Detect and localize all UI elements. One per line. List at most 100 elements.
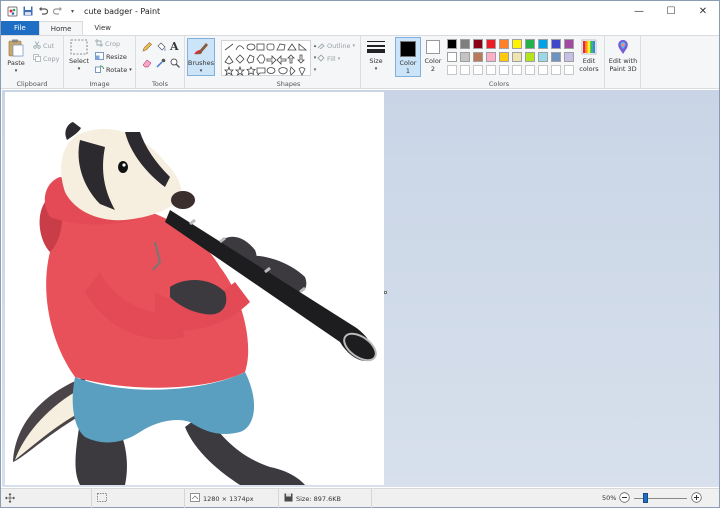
text-tool-icon[interactable]: A <box>170 40 179 53</box>
image-dimensions-cell: 1280 × 1374px <box>184 489 254 508</box>
zoom-out-icon[interactable] <box>619 492 630 505</box>
palette-custom-swatch[interactable] <box>525 65 535 75</box>
palette-swatch[interactable] <box>460 39 470 49</box>
active-colors-group: Color 1 Color 2 <box>393 36 445 89</box>
size-group: Size ▾ <box>361 36 391 89</box>
palette-custom-swatch[interactable] <box>486 65 496 75</box>
palette-swatch[interactable] <box>525 52 535 62</box>
fill-icon <box>317 54 325 64</box>
copy-label: Copy <box>43 55 60 63</box>
minimize-button[interactable]: — <box>623 1 655 21</box>
edit-with-paint3d-button[interactable]: Edit with Paint 3D <box>607 39 639 73</box>
paint3d-icon <box>615 39 631 57</box>
palette-swatch[interactable] <box>499 39 509 49</box>
palette-swatch[interactable] <box>551 39 561 49</box>
brush-icon <box>192 41 210 59</box>
image-group: Select ▾ Crop Resize Rotate ▾ Image <box>64 36 136 89</box>
maximize-button[interactable]: ☐ <box>655 1 687 21</box>
disk-icon <box>284 493 293 504</box>
palette-custom-swatch[interactable] <box>538 65 548 75</box>
color-wheel-icon <box>581 39 597 57</box>
palette-swatch[interactable] <box>473 52 483 62</box>
palette-swatch[interactable] <box>512 52 522 62</box>
copy-button[interactable]: Copy <box>33 54 60 64</box>
zoom-percent: 50% <box>602 494 617 502</box>
palette-swatch[interactable] <box>447 52 457 62</box>
palette-custom-swatch[interactable] <box>473 65 483 75</box>
paste-label: Paste <box>7 59 25 67</box>
tab-file[interactable]: File <box>1 21 39 35</box>
rotate-button[interactable]: Rotate ▾ <box>95 65 132 75</box>
palette-swatch[interactable] <box>473 39 483 49</box>
resize-label: Resize <box>106 53 127 61</box>
crop-button[interactable]: Crop <box>95 39 120 49</box>
palette-custom-swatch[interactable] <box>551 65 561 75</box>
undo-icon[interactable] <box>37 6 48 17</box>
badger-clarinet-image <box>13 122 377 485</box>
shapes-gallery[interactable] <box>221 40 311 76</box>
resize-button[interactable]: Resize <box>95 52 127 62</box>
selection-size-cell <box>91 489 107 508</box>
palette-swatch[interactable] <box>551 52 561 62</box>
status-spacer-cell <box>371 489 581 508</box>
select-label: Select <box>68 57 90 65</box>
color1-button[interactable]: Color 1 <box>395 37 421 77</box>
color2-button[interactable]: Color 2 <box>421 40 445 73</box>
close-button[interactable]: ✕ <box>687 1 719 21</box>
palette-custom-swatch[interactable] <box>447 65 457 75</box>
tab-home[interactable]: Home <box>38 21 84 35</box>
palette-custom-swatch[interactable] <box>460 65 470 75</box>
paint3d-label-2: Paint 3D <box>609 65 637 73</box>
color-picker-icon[interactable] <box>156 58 166 70</box>
palette-swatch[interactable] <box>538 52 548 62</box>
paste-button[interactable]: Paste ▾ <box>5 39 27 75</box>
size-button[interactable]: Size ▾ <box>365 39 387 73</box>
select-button[interactable]: Select ▾ <box>68 39 90 73</box>
palette-swatch[interactable] <box>525 39 535 49</box>
palette-swatch[interactable] <box>486 39 496 49</box>
title-bar: ▾ cute badger - Paint — ☐ ✕ <box>1 1 719 21</box>
tools-group-label: Tools <box>151 80 168 88</box>
paste-dropdown-icon: ▾ <box>14 68 18 74</box>
shapes-gallery-icons <box>224 43 308 76</box>
palette-swatch[interactable] <box>512 39 522 49</box>
select-icon <box>70 39 88 57</box>
brushes-group: Brushes ▾ <box>185 36 217 89</box>
palette-swatch[interactable] <box>447 39 457 49</box>
palette-custom-swatch[interactable] <box>499 65 509 75</box>
status-bar: 1280 × 1374px Size: 897.6KB 50% <box>1 488 719 508</box>
outline-button[interactable]: Outline ▾ <box>317 41 355 51</box>
color1-number: 1 <box>405 67 411 75</box>
zoom-slider-thumb[interactable] <box>642 493 648 503</box>
eraser-icon[interactable] <box>142 58 152 70</box>
pencil-icon[interactable] <box>142 42 152 54</box>
drawing-canvas[interactable] <box>5 92 384 485</box>
canvas-resize-handle-right[interactable] <box>384 291 387 294</box>
palette-swatch[interactable] <box>538 39 548 49</box>
redo-icon[interactable] <box>52 6 63 17</box>
palette-swatch[interactable] <box>460 52 470 62</box>
canvas-area[interactable] <box>2 90 719 487</box>
magnifier-icon[interactable] <box>170 58 180 70</box>
save-icon[interactable] <box>22 6 33 17</box>
palette-custom-swatch[interactable] <box>512 65 522 75</box>
selection-icon <box>97 493 107 504</box>
fill-button[interactable]: Fill ▾ <box>317 54 340 64</box>
edit-colors-label-2: colors <box>579 65 599 73</box>
brushes-button[interactable]: Brushes ▾ <box>187 38 215 76</box>
file-size-cell: Size: 897.6KB <box>278 489 341 508</box>
outline-label: Outline <box>327 42 351 50</box>
image-dimensions: 1280 × 1374px <box>203 494 254 503</box>
cut-button[interactable]: Cut <box>33 41 54 51</box>
customize-toolbar-icon[interactable]: ▾ <box>67 6 78 17</box>
palette-swatch[interactable] <box>499 52 509 62</box>
tab-view[interactable]: View <box>83 21 122 35</box>
outline-icon <box>317 41 325 51</box>
scissors-icon <box>33 41 41 51</box>
paste-icon <box>8 39 24 59</box>
cut-label: Cut <box>43 42 55 50</box>
edit-colors-button[interactable]: Edit colors <box>575 39 603 73</box>
fill-bucket-icon[interactable] <box>156 42 166 54</box>
zoom-in-icon[interactable] <box>691 492 702 505</box>
palette-swatch[interactable] <box>486 52 496 62</box>
